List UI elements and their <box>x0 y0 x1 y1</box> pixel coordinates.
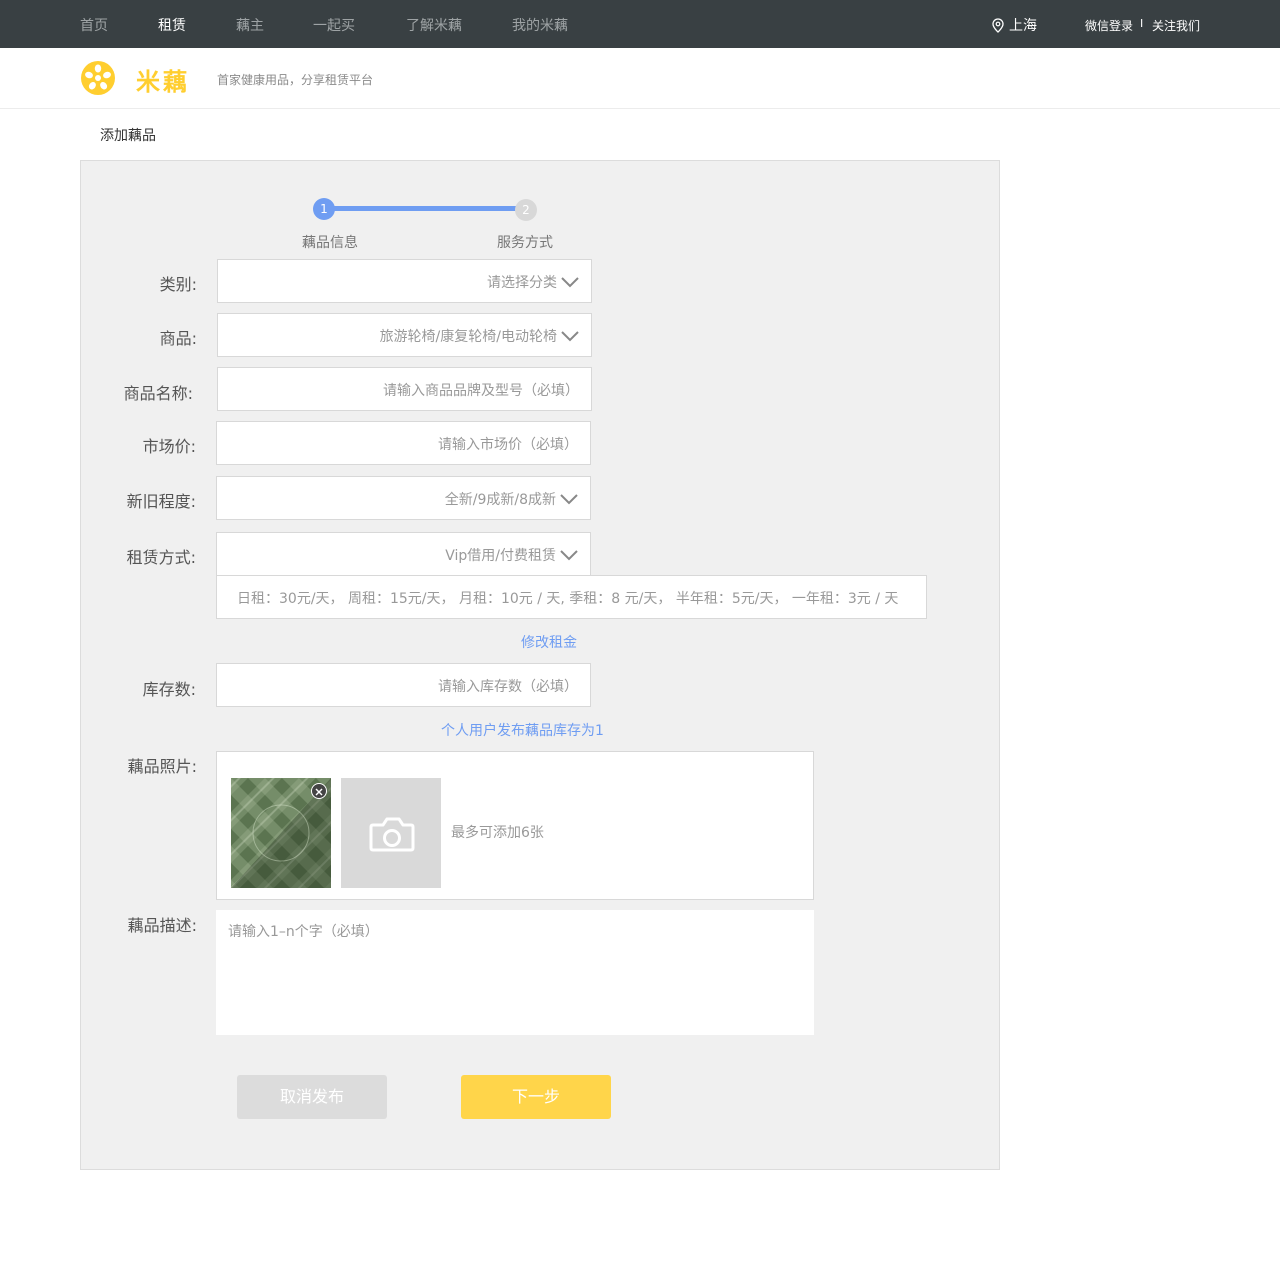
top-nav-bar: 首页 租赁 藕主 一起买 了解米藕 我的米藕 上海 微信登录 I 关注我们 <box>0 0 1280 48</box>
brand-logo-text[interactable]: 米藕 <box>136 62 190 97</box>
step-progress-line <box>324 206 526 211</box>
close-icon <box>315 788 323 796</box>
description-textarea[interactable] <box>216 910 814 1035</box>
nav-item-about[interactable]: 了解米藕 <box>406 15 462 35</box>
category-select[interactable]: 请选择分类 <box>217 259 592 303</box>
logo-lotus-root-icon[interactable] <box>80 60 116 96</box>
wechat-login-link[interactable]: 微信登录 <box>1085 17 1133 34</box>
city-name: 上海 <box>1009 18 1037 34</box>
nav-item-group-buy[interactable]: 一起买 <box>313 15 355 35</box>
top-separator: I <box>1140 17 1144 30</box>
chevron-down-icon <box>560 494 578 505</box>
step-2-indicator: 2 <box>515 199 537 221</box>
rent-mode-label: 租赁方式: <box>126 548 196 567</box>
market-price-placeholder: 请输入市场价（必填） <box>438 437 578 453</box>
nav-item-owner[interactable]: 藕主 <box>236 15 264 35</box>
brand-header: 米藕 首家健康用品，分享租赁平台 <box>0 48 1280 109</box>
product-name-label: 商品名称: <box>123 384 193 403</box>
rent-mode-select[interactable]: Vip借用/付费租赁 <box>216 532 591 576</box>
market-price-input[interactable]: 请输入市场价（必填） <box>216 421 591 465</box>
condition-select-value: 全新/9成新/8成新 <box>444 492 556 508</box>
brand-slogan: 首家健康用品，分享租赁平台 <box>217 73 374 87</box>
follow-us-link[interactable]: 关注我们 <box>1152 17 1200 34</box>
chevron-down-icon <box>561 277 579 288</box>
product-label: 商品: <box>159 329 197 348</box>
product-name-placeholder: 请输入商品品牌及型号（必填） <box>383 383 579 399</box>
rent-mode-select-value: Vip借用/付费租赁 <box>445 548 556 564</box>
add-photo-button[interactable] <box>341 778 441 888</box>
condition-label: 新旧程度: <box>126 492 196 511</box>
step-2-label: 服务方式 <box>497 235 553 251</box>
city-selector[interactable]: 上海 <box>992 15 1037 35</box>
nav-item-rent[interactable]: 租赁 <box>158 15 186 35</box>
category-label: 类别: <box>159 275 197 294</box>
stock-input[interactable]: 请输入库存数（必填） <box>216 663 591 707</box>
photos-label: 藕品照片: <box>127 757 197 776</box>
stock-placeholder: 请输入库存数（必填） <box>438 679 578 695</box>
stock-label: 库存数: <box>142 680 196 699</box>
remove-photo-button[interactable] <box>311 783 327 799</box>
nav-item-home[interactable]: 首页 <box>80 15 108 35</box>
photo-limit-hint: 最多可添加6张 <box>451 825 544 841</box>
step-1-indicator: 1 <box>313 198 335 220</box>
location-pin-icon <box>992 17 1004 33</box>
cancel-publish-button[interactable]: 取消发布 <box>237 1075 387 1119</box>
product-select-value: 旅游轮椅/康复轮椅/电动轮椅 <box>379 329 557 345</box>
chevron-down-icon <box>561 331 579 342</box>
rent-prices-display: 日租：30元/天， 周租：15元/天， 月租：10元 / 天, 季租：8 元/天… <box>216 575 927 619</box>
photo-upload-area: 最多可添加6张 <box>216 751 814 900</box>
nav-item-my[interactable]: 我的米藕 <box>512 15 568 35</box>
condition-select[interactable]: 全新/9成新/8成新 <box>216 476 591 520</box>
product-select[interactable]: 旅游轮椅/康复轮椅/电动轮椅 <box>217 313 592 357</box>
market-price-label: 市场价: <box>142 437 196 456</box>
step-1-label: 藕品信息 <box>302 235 358 251</box>
product-name-input[interactable]: 请输入商品品牌及型号（必填） <box>217 367 592 411</box>
edit-rent-link[interactable]: 修改租金 <box>521 632 577 652</box>
stock-hint: 个人用户发布藕品库存为1 <box>441 723 604 739</box>
chevron-down-icon <box>560 550 578 561</box>
description-label: 藕品描述: <box>127 916 197 935</box>
camera-icon <box>369 817 415 852</box>
page-title: 添加藕品 <box>100 128 156 144</box>
next-step-button[interactable]: 下一步 <box>461 1075 611 1119</box>
category-select-value: 请选择分类 <box>487 275 557 291</box>
